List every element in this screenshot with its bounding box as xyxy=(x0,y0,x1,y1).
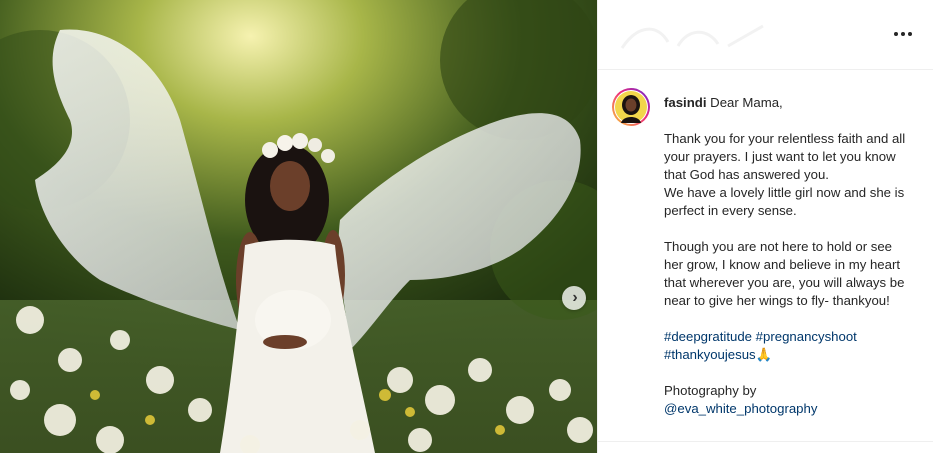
divider xyxy=(598,441,933,442)
chevron-right-icon: › xyxy=(572,289,578,306)
avatar[interactable] xyxy=(612,88,650,126)
avatar-image xyxy=(615,91,647,123)
post-caption: fasindi Dear Mama, Thank you for your re… xyxy=(664,94,914,436)
hashtag-link[interactable]: #thankyoujesus🙏 xyxy=(664,347,772,362)
post-photo[interactable]: › xyxy=(0,0,597,453)
hashtag-link[interactable]: #pregnancyshoot xyxy=(756,329,857,344)
faded-header-graphic xyxy=(620,24,764,49)
photo-image xyxy=(0,0,597,453)
more-options-button[interactable] xyxy=(891,24,915,44)
more-horizontal-icon xyxy=(894,32,912,36)
hashtags: #deepgratitude #pregnancyshoot #thankyouj… xyxy=(664,328,914,364)
caption-paragraph-1: Thank you for your relentless faith and … xyxy=(664,131,906,218)
username-link[interactable]: fasindi xyxy=(664,95,707,110)
post-side-panel: fasindi Dear Mama, Thank you for your re… xyxy=(597,0,933,453)
hashtag-link[interactable]: #deepgratitude xyxy=(664,329,752,344)
caption-intro: Dear Mama, xyxy=(710,95,783,110)
photographer-handle-link[interactable]: @eva_white_photography xyxy=(664,401,817,416)
next-photo-button[interactable]: › xyxy=(562,286,586,310)
post-header xyxy=(598,0,933,70)
caption-paragraph-2: Though you are not here to hold or see h… xyxy=(664,239,905,308)
photo-credit-label: Photography by xyxy=(664,383,757,398)
photo-credit: Photography by @eva_white_photography xyxy=(664,382,914,418)
